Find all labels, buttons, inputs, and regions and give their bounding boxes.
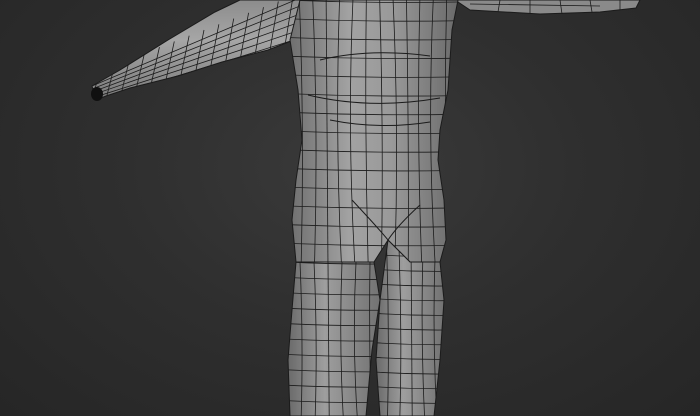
- right-leg[interactable]: [374, 239, 449, 416]
- left-leg[interactable]: [286, 261, 386, 416]
- right-arm-stub[interactable]: [454, 0, 641, 15]
- torso[interactable]: [286, 0, 462, 264]
- viewport-canvas[interactable]: [0, 0, 700, 416]
- 3d-viewport[interactable]: [0, 0, 700, 416]
- wrist-opening: [91, 87, 103, 101]
- left-arm[interactable]: [91, 0, 308, 101]
